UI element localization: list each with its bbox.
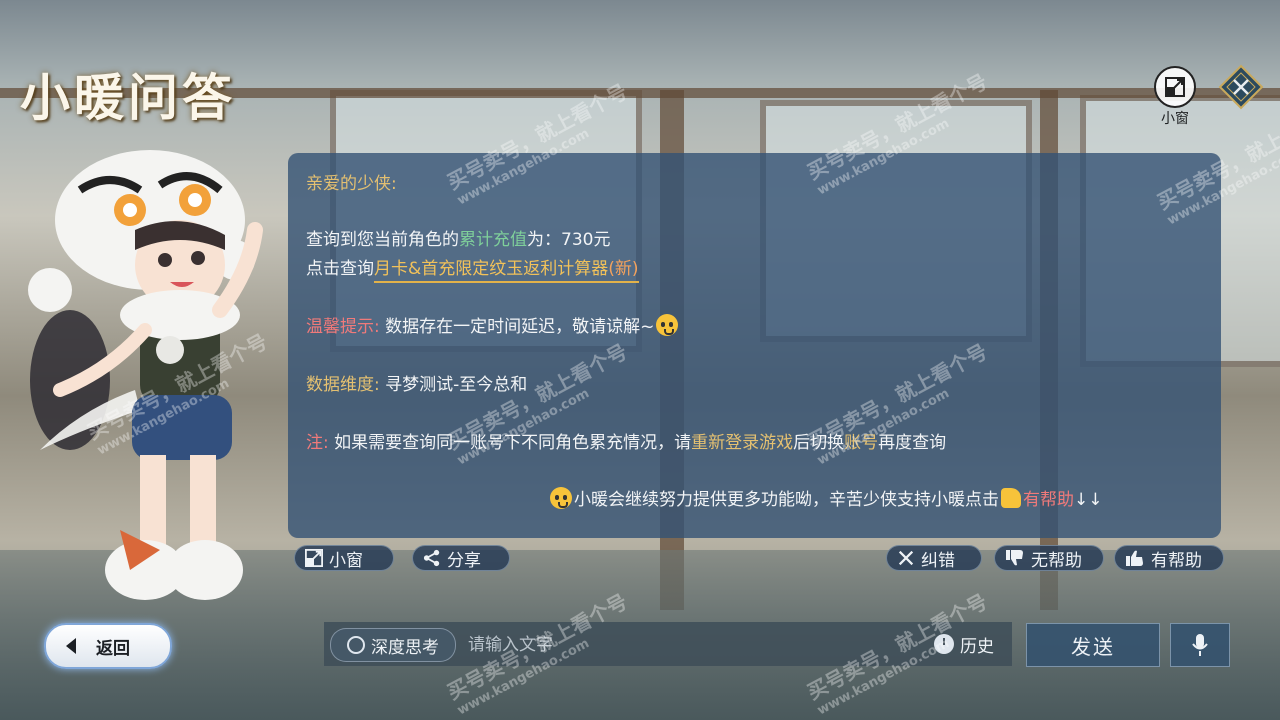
deep-think-toggle[interactable]: 深度思考 <box>330 628 456 662</box>
calculator-link[interactable]: 月卡&首充限定纹玉返利计算器(新) <box>374 259 639 283</box>
pouting-face-icon <box>656 314 679 336</box>
helpful-label: 有帮助 <box>1151 550 1202 571</box>
closing-highlight: 有帮助 <box>1023 490 1074 510</box>
clock-icon <box>934 634 954 654</box>
dimension-line: 数据维度: 寻梦测试-至今总和 <box>306 370 527 395</box>
calculator-new-badge: (新) <box>608 259 639 279</box>
calculator-line: 点击查询月卡&首充限定纹玉返利计算器(新) <box>306 254 639 283</box>
page-title: 小暖问答 <box>20 68 236 127</box>
recharge-line: 查询到您当前角色的累计充值为：730元 <box>306 225 610 250</box>
close-button[interactable] <box>1218 64 1264 110</box>
send-button[interactable]: 发送 <box>1026 623 1160 667</box>
radio-circle-icon <box>347 636 365 654</box>
mini-window-button[interactable]: 小窗 <box>294 545 394 571</box>
note-label: 注: <box>306 433 329 453</box>
thumbs-down-icon <box>1006 550 1023 566</box>
note-text-3: 再度查询 <box>878 433 947 453</box>
helpful-button[interactable]: 有帮助 <box>1114 545 1224 571</box>
share-icon <box>423 549 440 567</box>
report-error-label: 纠错 <box>921 550 955 571</box>
message-input[interactable] <box>466 630 930 660</box>
not-helpful-label: 无帮助 <box>1031 550 1082 571</box>
tip-text: 数据存在一定时间延迟，敬请谅解~ <box>385 317 655 337</box>
mini-window-icon <box>1154 66 1196 108</box>
back-button-label: 返回 <box>96 638 130 659</box>
note-highlight-account: 账号 <box>844 433 879 453</box>
character-illustration <box>28 150 263 600</box>
note-text-1: 如果需要查询同一账号下不同角色累充情况，请 <box>334 433 692 453</box>
recharge-value: 为：730元 <box>527 230 611 250</box>
not-helpful-button[interactable]: 无帮助 <box>994 545 1104 571</box>
pouting-face-icon <box>550 487 572 509</box>
mini-window-button-label: 小窗 <box>329 550 363 571</box>
note-text-2: 后切换 <box>793 433 845 453</box>
report-error-button[interactable]: 纠错 <box>886 545 982 571</box>
deep-think-label: 深度思考 <box>371 637 439 658</box>
share-button[interactable]: 分享 <box>412 545 510 571</box>
note-line: 注: 如果需要查询同一账号下不同角色累充情况，请重新登录游戏后切换账号再度查询 <box>306 428 946 453</box>
mini-window-label: 小窗 <box>1161 111 1189 127</box>
thumbs-up-emoji-icon <box>1001 488 1021 508</box>
calculator-prefix: 点击查询 <box>306 259 374 279</box>
mini-window-toggle[interactable]: 小窗 <box>1154 66 1196 128</box>
send-label: 发送 <box>1071 634 1115 659</box>
microphone-button[interactable] <box>1170 623 1230 667</box>
closing-text: 小暖会继续努力提供更多功能呦，辛苦少侠支持小暖点击 <box>574 490 999 510</box>
dimension-text: 寻梦测试-至今总和 <box>385 375 528 395</box>
answer-panel: 亲爱的少侠: 查询到您当前角色的累计充值为：730元 点击查询月卡&首充限定纹玉… <box>288 153 1221 538</box>
history-button[interactable]: 历史 <box>934 628 1008 660</box>
thumbs-up-icon <box>1126 550 1143 566</box>
back-button[interactable]: 返回 <box>44 623 172 669</box>
calculator-link-text: 月卡&首充限定纹玉返利计算器 <box>374 259 609 279</box>
back-arrow-icon <box>66 638 76 654</box>
close-icon <box>898 550 914 566</box>
closing-line: 小暖会继续努力提供更多功能呦，辛苦少侠支持小暖点击 有帮助↓↓ <box>548 485 1103 510</box>
microphone-icon <box>1192 634 1208 656</box>
greeting: 亲爱的少侠: <box>306 174 397 194</box>
closing-arrows: ↓↓ <box>1074 490 1103 510</box>
note-highlight-relogin: 重新登录游戏 <box>691 433 794 453</box>
tip-label: 温馨提示: <box>306 317 380 337</box>
close-icon <box>1218 64 1264 110</box>
recharge-highlight: 累计充值 <box>459 230 527 250</box>
dimension-label: 数据维度: <box>306 375 380 395</box>
recharge-prefix: 查询到您当前角色的 <box>306 230 459 250</box>
share-button-label: 分享 <box>447 550 481 571</box>
tip-line: 温馨提示: 数据存在一定时间延迟，敬请谅解~ <box>306 312 680 337</box>
mini-window-icon <box>305 549 323 567</box>
history-label: 历史 <box>960 636 994 657</box>
